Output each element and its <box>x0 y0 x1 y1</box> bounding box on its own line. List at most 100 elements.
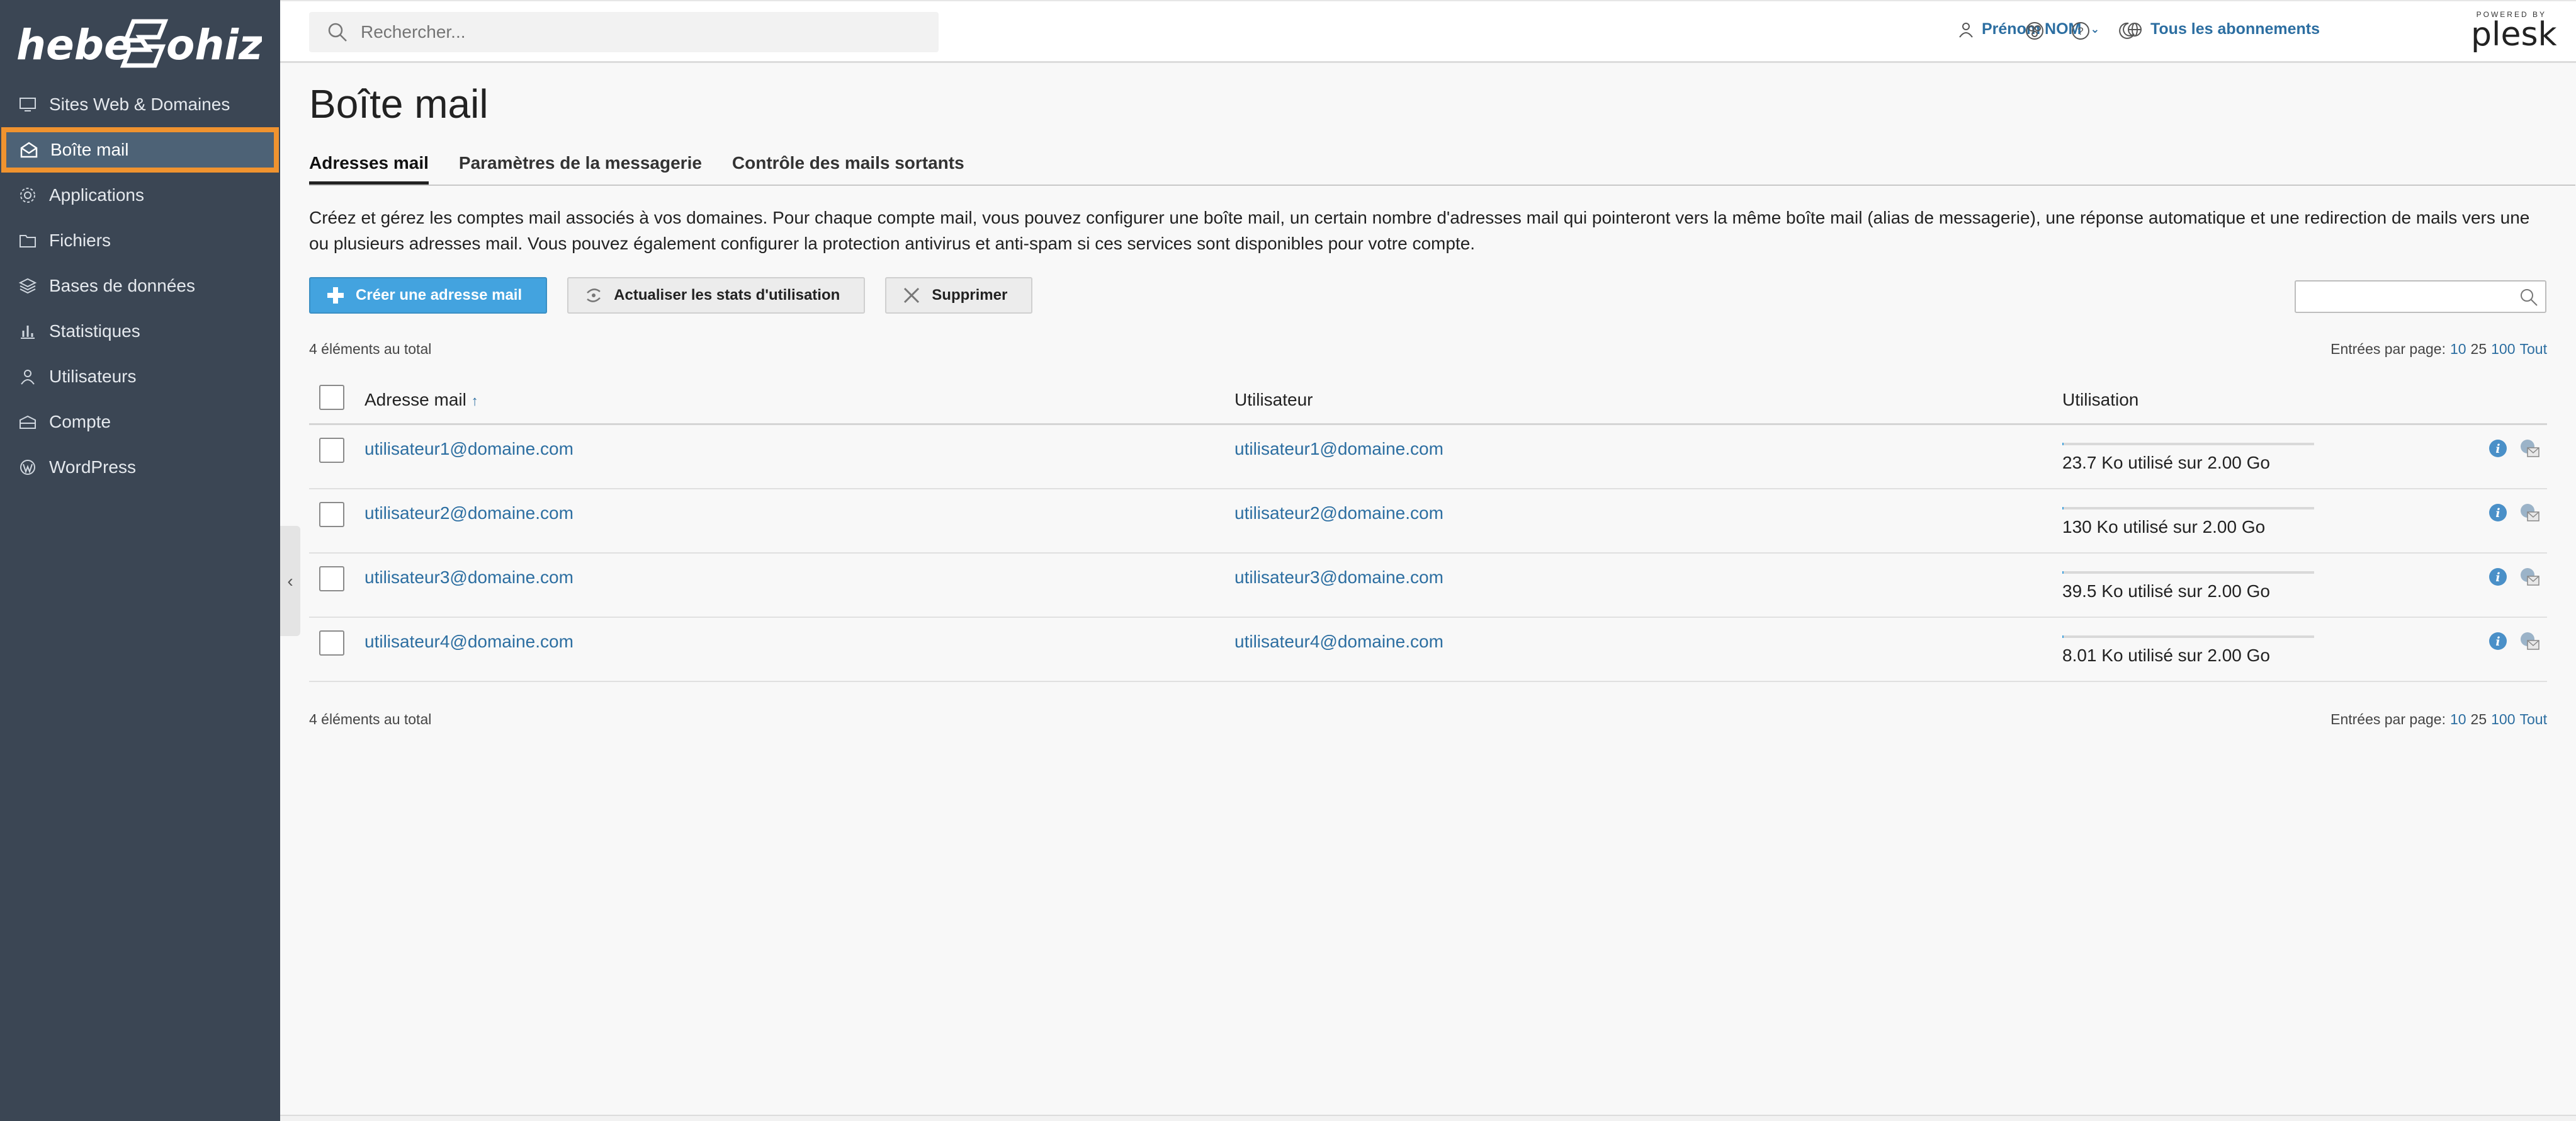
sidebar-item-wordpress[interactable]: WordPress <box>0 445 280 490</box>
per-page-all[interactable]: Tout <box>2520 341 2547 358</box>
webmail-icon[interactable] <box>2519 630 2540 652</box>
extensions-icon[interactable] <box>2024 20 2045 42</box>
folder-icon <box>18 230 38 251</box>
row-checkbox[interactable] <box>319 438 344 463</box>
email-table: Adresse mail ↑ Utilisateur Utilisation u… <box>309 373 2547 682</box>
sidebar-item-label: Applications <box>49 185 144 205</box>
webmail-icon[interactable] <box>2519 566 2540 588</box>
create-email-button[interactable]: Créer une adresse mail <box>309 277 548 314</box>
usage-bar <box>2062 635 2314 638</box>
sidebar-item-label: Sites Web & Domaines <box>49 94 230 114</box>
account-icon <box>18 412 38 432</box>
dark-mode-icon[interactable] <box>2116 20 2137 42</box>
email-address-link[interactable]: utilisateur3@domaine.com <box>364 567 573 588</box>
subscriptions-label: Tous les abonnements <box>2150 20 2320 38</box>
sidebar-item-mail[interactable]: Boîte mail <box>1 127 279 173</box>
search-icon <box>2521 289 2538 306</box>
sort-arrow-icon: ↑ <box>471 393 478 409</box>
webmail-icon[interactable] <box>2519 502 2540 523</box>
plus-icon <box>327 287 344 304</box>
usage-bar <box>2062 443 2314 445</box>
chevron-down-icon: ⌄ <box>2090 23 2100 35</box>
items-total-top: 4 éléments au total <box>309 341 432 357</box>
sidebar-item-databases[interactable]: Bases de données <box>0 263 280 309</box>
per-page-10[interactable]: 10 <box>2450 341 2466 358</box>
page-title: Boîte mail <box>309 81 489 127</box>
delete-button[interactable]: Supprimer <box>885 277 1033 314</box>
user-link[interactable]: utilisateur3@domaine.com <box>1234 567 1443 588</box>
user-link[interactable]: utilisateur2@domaine.com <box>1234 503 1443 523</box>
usage-text: 39.5 Ko utilisé sur 2.00 Go <box>2062 581 2270 601</box>
info-icon[interactable]: i <box>2487 566 2509 588</box>
tab-mail-settings[interactable]: Paramètres de la messagerie <box>459 153 702 185</box>
per-page-25[interactable]: 25 <box>2471 711 2487 728</box>
sidebar-item-applications[interactable]: Applications <box>0 173 280 218</box>
mail-icon <box>19 140 39 160</box>
column-usage[interactable]: Utilisation <box>2062 390 2138 410</box>
email-address-link[interactable]: utilisateur2@domaine.com <box>364 503 573 523</box>
sidebar-item-users[interactable]: Utilisateurs <box>0 354 280 399</box>
user-link[interactable]: utilisateur1@domaine.com <box>1234 439 1443 459</box>
sidebar-item-label: Utilisateurs <box>49 367 137 386</box>
refresh-usage-button[interactable]: Actualiser les stats d'utilisation <box>567 277 866 314</box>
table-row: utilisateur4@domaine.com utilisateur4@do… <box>309 618 2547 682</box>
items-total-bottom: 4 éléments au total <box>309 711 432 727</box>
user-link[interactable]: utilisateur4@domaine.com <box>1234 632 1443 652</box>
wordpress-icon <box>18 457 38 477</box>
user-icon <box>18 367 38 387</box>
svg-text:i: i <box>2495 442 2500 456</box>
svg-text:hebe: hebe <box>16 21 132 69</box>
toolbar: Créer une adresse mail Actualiser les st… <box>309 277 1053 316</box>
per-page-10[interactable]: 10 <box>2450 711 2466 728</box>
info-icon[interactable]: i <box>2487 502 2509 523</box>
email-address-link[interactable]: utilisateur4@domaine.com <box>364 632 573 652</box>
subscriptions-menu[interactable]: Tous les abonnements <box>2127 20 2320 38</box>
tab-email-addresses[interactable]: Adresses mail <box>309 153 429 185</box>
usage-text: 23.7 Ko utilisé sur 2.00 Go <box>2062 453 2270 472</box>
per-page-bottom: Entrées par page: 10 25 100 Tout <box>2330 711 2547 728</box>
main-content: Boîte mail Adresses mail Paramètres de l… <box>280 65 2576 1121</box>
row-checkbox[interactable] <box>319 566 344 591</box>
brand-logo[interactable]: hebe ohiz <box>16 9 262 78</box>
svg-text:ohiz: ohiz <box>166 21 262 69</box>
sidebar-item-sites[interactable]: Sites Web & Domaines <box>0 82 280 127</box>
column-user[interactable]: Utilisateur <box>1234 390 1313 410</box>
info-icon[interactable]: i <box>2487 630 2509 652</box>
sidebar-item-files[interactable]: Fichiers <box>0 218 280 263</box>
user-icon <box>1959 22 1973 38</box>
sidebar-item-statistics[interactable]: Statistiques <box>0 309 280 354</box>
help-icon[interactable]: ? <box>2070 20 2091 42</box>
sidebar-item-label: Compte <box>49 412 111 431</box>
usage-bar <box>2062 507 2314 509</box>
database-icon <box>18 276 38 296</box>
info-icon[interactable]: i <box>2487 438 2509 459</box>
tab-bar: Adresses mail Paramètres de la messageri… <box>309 153 2575 186</box>
per-page-all[interactable]: Tout <box>2520 711 2547 728</box>
row-checkbox[interactable] <box>319 630 344 656</box>
per-page-25[interactable]: 25 <box>2471 341 2487 358</box>
email-address-link[interactable]: utilisateur1@domaine.com <box>364 439 573 459</box>
search-input[interactable] <box>361 22 864 42</box>
sidebar-item-account[interactable]: Compte <box>0 399 280 445</box>
usage-bar <box>2062 571 2314 574</box>
global-search[interactable] <box>309 12 939 52</box>
row-checkbox[interactable] <box>319 502 344 527</box>
gear-icon <box>18 185 38 205</box>
webmail-icon[interactable] <box>2519 438 2540 459</box>
sidebar-nav: Sites Web & Domaines Boîte mail Applicat… <box>0 82 280 490</box>
table-row: utilisateur1@domaine.com utilisateur1@do… <box>309 425 2547 489</box>
sidebar-item-label: Boîte mail <box>50 140 129 159</box>
per-page-top: Entrées par page: 10 25 100 Tout <box>2330 341 2547 358</box>
svg-text:?: ? <box>2077 25 2083 37</box>
per-page-100[interactable]: 100 <box>2491 341 2515 358</box>
select-all-checkbox[interactable] <box>319 385 344 410</box>
per-page-100[interactable]: 100 <box>2491 711 2515 728</box>
table-header: Adresse mail ↑ Utilisateur Utilisation <box>309 373 2547 425</box>
page-description: Créez et gérez les comptes mail associés… <box>309 208 2530 253</box>
sidebar-item-label: Statistiques <box>49 321 140 341</box>
tab-outgoing-mail-control[interactable]: Contrôle des mails sortants <box>732 153 964 185</box>
list-search-input[interactable] <box>2295 280 2546 313</box>
usage-text: 130 Ko utilisé sur 2.00 Go <box>2062 517 2266 537</box>
column-address[interactable]: Adresse mail ↑ <box>364 390 478 410</box>
bar-chart-icon <box>18 321 38 341</box>
